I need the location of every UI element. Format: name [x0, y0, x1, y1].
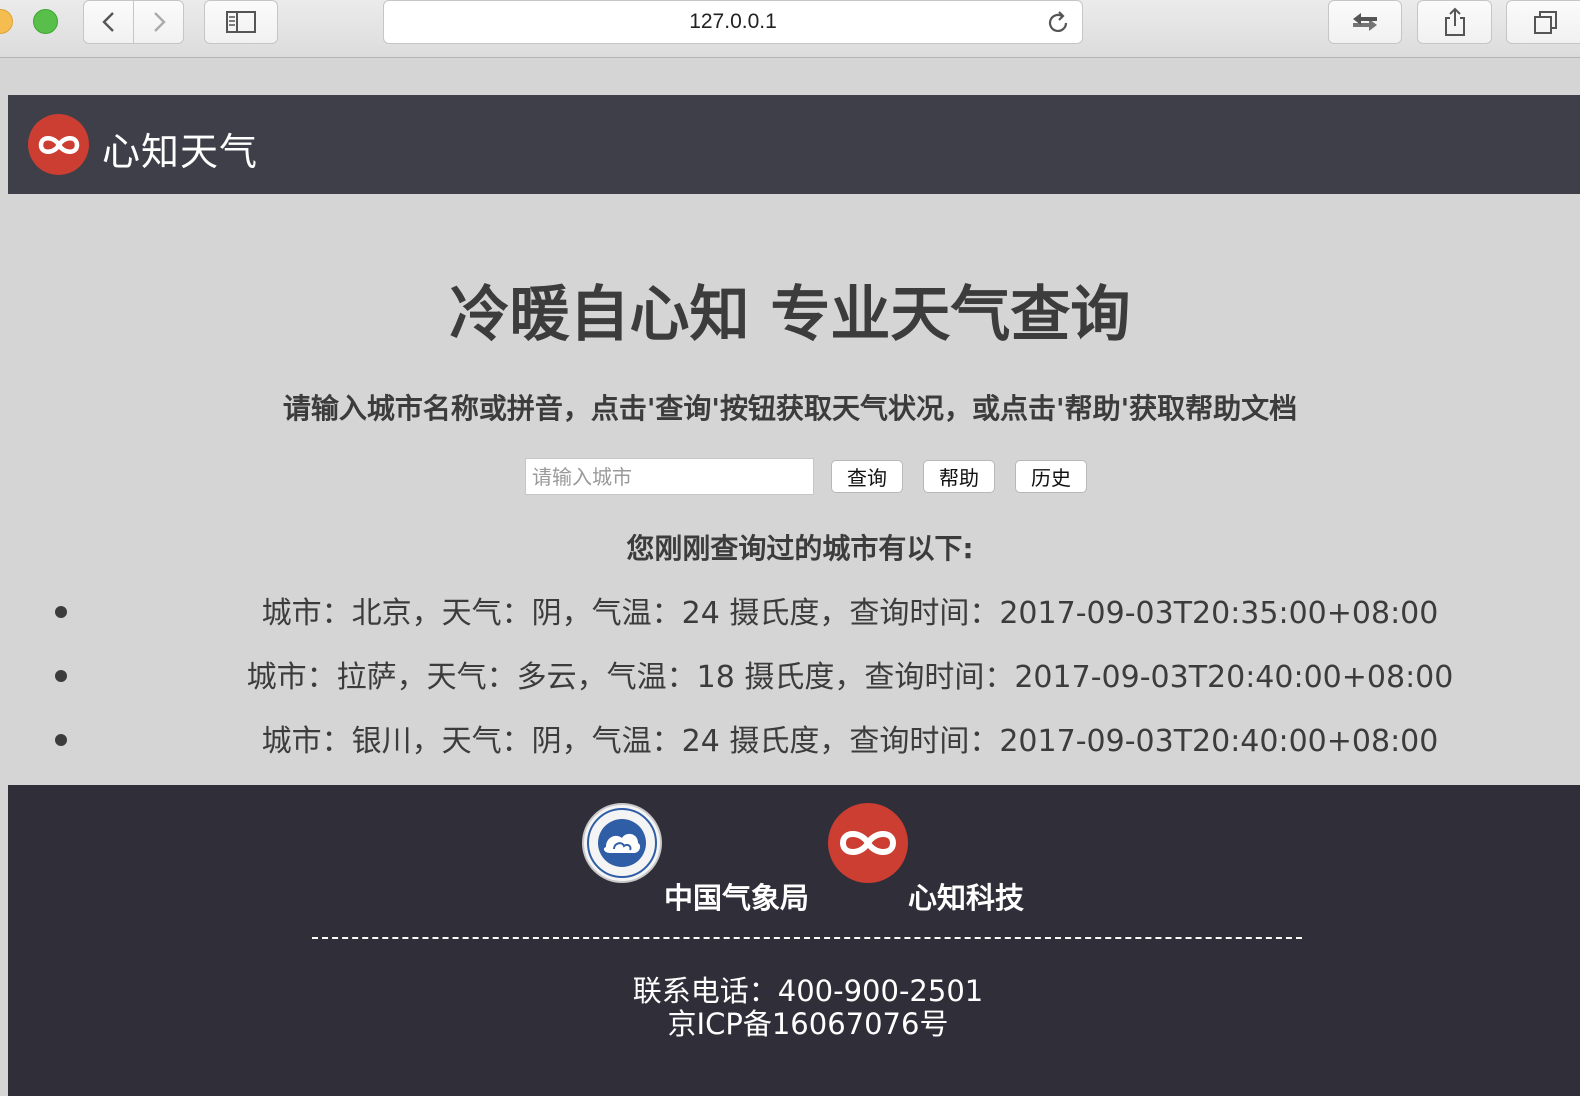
sidebar-button[interactable] — [204, 0, 278, 44]
xinzhi-name[interactable]: 心知科技 — [908, 875, 1024, 917]
transfer-button[interactable] — [1328, 0, 1402, 44]
list-item: 城市：北京，天气：阴，气温：24 摄氏度，查询时间：2017-09-03T20:… — [0, 588, 1580, 652]
site-footer: 中国气象局 心知科技 联系电话：400-900-2501 京ICP备160670… — [8, 785, 1580, 1096]
footer-divider — [312, 937, 1302, 939]
address-bar[interactable]: 127.0.0.1 — [383, 0, 1083, 44]
url-text: 127.0.0.1 — [689, 10, 777, 33]
share-icon — [1444, 7, 1465, 36]
forward-button[interactable] — [133, 0, 184, 44]
list-item: 城市：拉萨，天气：多云，气温：18 摄氏度，查询时间：2017-09-03T20… — [0, 652, 1580, 716]
page-title: 冷暖自心知 专业天气查询 — [449, 280, 1131, 350]
query-button[interactable]: 查询 — [831, 460, 903, 493]
history-list: 城市：北京，天气：阴，气温：24 摄氏度，查询时间：2017-09-03T20:… — [0, 588, 1580, 780]
navigation-buttons — [83, 0, 185, 44]
infinity-logo-icon — [839, 831, 897, 855]
chevron-right-icon — [153, 12, 166, 32]
cma-logo[interactable] — [582, 803, 662, 883]
city-input[interactable] — [525, 458, 814, 495]
instructions-text: 请输入城市名称或拼音，点击'查询'按钮获取天气状况，或点击'帮助'获取帮助文档 — [282, 392, 1298, 425]
brand-name[interactable]: 心知天气 — [102, 121, 258, 176]
cma-name[interactable]: 中国气象局 — [664, 875, 809, 917]
history-heading: 您刚刚查询过的城市有以下: — [626, 532, 974, 565]
share-button[interactable] — [1417, 0, 1492, 44]
history-entry: 城市：北京，天气：阴，气温：24 摄氏度，查询时间：2017-09-03T20:… — [261, 596, 1439, 631]
zoom-window-button[interactable] — [33, 9, 58, 34]
chevron-left-icon — [101, 12, 114, 32]
browser-toolbar: 127.0.0.1 — [0, 0, 1580, 58]
list-item: 城市：银川，天气：阴，气温：24 摄氏度，查询时间：2017-09-03T20:… — [0, 716, 1580, 780]
infinity-logo-icon — [38, 135, 79, 154]
history-button[interactable]: 历史 — [1015, 460, 1087, 493]
xinzhi-logo[interactable] — [28, 114, 89, 175]
sidebar-icon — [226, 11, 256, 33]
history-entry: 城市：银川，天气：阴，气温：24 摄氏度，查询时间：2017-09-03T20:… — [261, 724, 1439, 759]
history-entry: 城市：拉萨，天气：多云，气温：18 摄氏度，查询时间：2017-09-03T20… — [246, 660, 1454, 695]
minimize-window-button[interactable] — [0, 9, 13, 34]
icp-number: 京ICP备16067076号 — [667, 1007, 949, 1041]
tabs-icon — [1534, 11, 1557, 34]
xinzhi-footer-logo[interactable] — [828, 803, 908, 883]
tabs-button[interactable] — [1506, 0, 1580, 44]
site-header: 心知天气 — [8, 95, 1580, 194]
cma-emblem-icon — [587, 808, 657, 878]
help-button[interactable]: 帮助 — [923, 460, 995, 493]
back-button[interactable] — [83, 0, 134, 44]
reload-icon[interactable] — [1045, 10, 1071, 36]
transfer-icon — [1353, 13, 1377, 31]
